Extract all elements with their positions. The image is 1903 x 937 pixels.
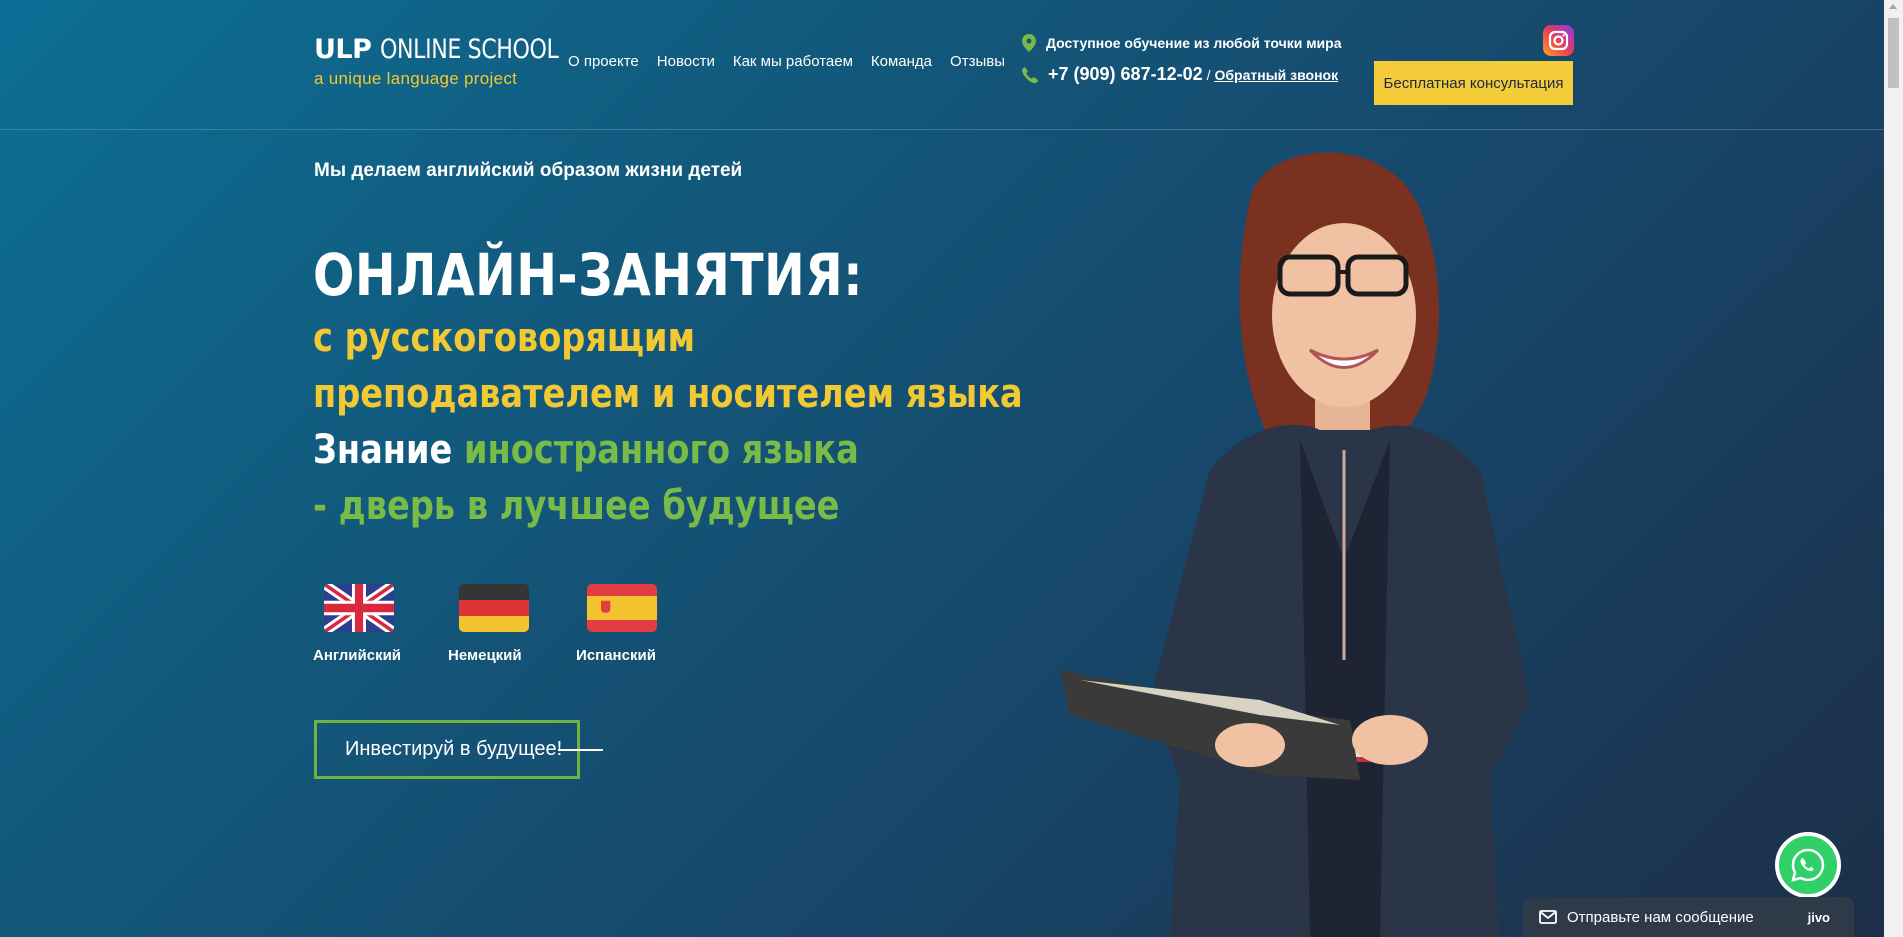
language-spanish[interactable]: Испанский (576, 584, 658, 664)
teacher-photo (1060, 152, 1530, 937)
headline-line-4-green: иностранного языка (464, 427, 859, 473)
language-german[interactable]: Немецкий (448, 584, 530, 664)
logo-brand-rest: ONLINE SCHOOL (379, 34, 559, 65)
location-row: Доступное обучение из любой точки мира (1022, 34, 1342, 52)
free-consultation-button[interactable]: Бесплатная консультация (1374, 61, 1573, 105)
nav-item-news[interactable]: Новости (657, 53, 715, 70)
chat-prompt-text: Отправьте нам сообщение (1567, 908, 1754, 926)
nav-item-about[interactable]: О проекте (568, 53, 639, 70)
scroll-up-arrow-icon[interactable] (1889, 4, 1897, 9)
uk-flag-icon (324, 584, 394, 632)
site-header: ULP ONLINE SCHOOL a unique language proj… (0, 0, 1884, 130)
language-label: Английский (313, 647, 402, 664)
scrollbar-thumb[interactable] (1888, 18, 1899, 88)
envelope-icon (1539, 910, 1557, 924)
logo-subtitle: a unique language project (314, 69, 518, 88)
language-label: Испанский (576, 647, 656, 664)
jivo-chat-widget[interactable]: Отправьте нам сообщение jivo (1523, 897, 1854, 937)
headline-line-2: с русскоговорящим (313, 315, 696, 361)
phone-icon (1022, 66, 1038, 83)
phone-row: +7 (909) 687-12-02 / Обратный звонок (1022, 64, 1342, 85)
logo-title: ULP ONLINE SCHOOL (314, 34, 597, 65)
language-label: Немецкий (448, 647, 522, 664)
germany-flag-icon (459, 584, 530, 632)
headline-line-1: ОНЛАЙН-ЗАНЯТИЯ: (313, 241, 864, 309)
invest-button[interactable]: Инвестируй в будущее! (314, 720, 580, 779)
language-list: Английский Немецкий Испанский (313, 584, 658, 664)
whatsapp-button[interactable] (1775, 832, 1841, 898)
nav-item-team[interactable]: Команда (871, 53, 932, 70)
main-nav: О проекте Новости Как мы работаем Команд… (568, 53, 1005, 70)
headline-line-3: преподавателем и носителем языка (313, 371, 1023, 417)
headline-line-5: - дверь в лучшее будущее (313, 483, 840, 529)
location-pin-icon (1022, 34, 1036, 52)
logo[interactable]: ULP ONLINE SCHOOL a unique language proj… (314, 34, 597, 89)
headline-line-4: Знание иностранного языка (313, 422, 1023, 478)
page-scrollbar[interactable] (1884, 0, 1903, 937)
nav-item-how-we-work[interactable]: Как мы работаем (733, 53, 853, 70)
logo-brand: ULP (314, 34, 372, 65)
callback-link[interactable]: Обратный звонок (1215, 67, 1339, 83)
hero-tagline: Мы делаем английский образом жизни детей (314, 160, 743, 181)
header-contacts: Доступное обучение из любой точки мира +… (1022, 34, 1342, 85)
phone-number[interactable]: +7 (909) 687-12-02 (1048, 64, 1203, 85)
phone-separator: / (1206, 66, 1211, 83)
instagram-icon[interactable] (1543, 25, 1574, 56)
invest-button-decor-line (558, 749, 603, 751)
headline-line-4-white: Знание (313, 427, 465, 473)
whatsapp-icon (1791, 848, 1825, 882)
language-english[interactable]: Английский (313, 584, 401, 664)
location-text: Доступное обучение из любой точки мира (1046, 35, 1342, 51)
hero-headline: ОНЛАЙН-ЗАНЯТИЯ: с русскоговорящим препод… (313, 240, 1158, 534)
spain-flag-icon (587, 584, 658, 632)
nav-item-reviews[interactable]: Отзывы (950, 53, 1005, 70)
jivo-logo: jivo (1807, 909, 1830, 925)
